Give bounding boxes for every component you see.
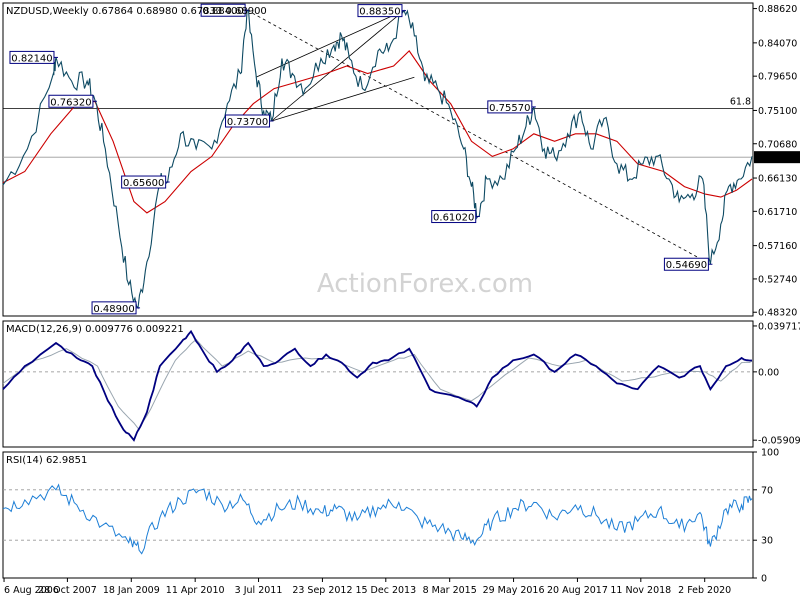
rsi-panel-frame	[2, 451, 754, 579]
macd-y-tick-label: -0.059099	[758, 436, 800, 447]
x-tick-label: 18 Jan 2009	[103, 585, 160, 596]
price-y-tick-label: 0.48320	[758, 308, 797, 319]
price-y-tick-label: 0.75100	[758, 106, 797, 117]
fib-61-8-label: 61.8	[730, 96, 751, 107]
annotation-label: 0.65600	[123, 178, 164, 189]
x-tick-label: 15 Dec 2013	[355, 585, 416, 596]
x-tick-label: 11 Apr 2010	[166, 585, 225, 596]
annotation-label: 0.75570	[489, 103, 530, 114]
price-y-tick-label: 0.79650	[758, 72, 797, 83]
price-y-tick-label: 0.70680	[758, 139, 797, 150]
annotation-label: 0.82140	[11, 53, 52, 64]
rsi-y-tick-label: 70	[761, 485, 773, 496]
x-tick-label: 28 Oct 2007	[38, 585, 97, 596]
annotation-label: 0.54690	[666, 260, 707, 271]
current-price-label: 0.68900	[757, 153, 800, 164]
annotation-label: 0.61020	[433, 213, 474, 224]
chart-canvas: 0.88620 0.84070 0.79650 0.75100 0.70680 0.661…	[2, 2, 800, 596]
price-y-tick-label: 0.61710	[758, 207, 797, 218]
x-tick-label: 2 Feb 2020	[678, 585, 731, 596]
annotation-label: 0.76320	[50, 97, 91, 108]
price-panel-title: NZDUSD,Weekly 0.67864 0.68980 0.67833 0.…	[6, 6, 267, 17]
price-y-tick-label: 0.52740	[758, 274, 797, 285]
macd-y-tick-label: 0.00	[758, 367, 779, 378]
x-tick-label: 20 Aug 2017	[547, 585, 608, 596]
x-tick-label: 11 Nov 2018	[610, 585, 671, 596]
rsi-y-tick-label: 100	[761, 448, 779, 459]
x-tick-label: 8 Mar 2015	[423, 585, 477, 596]
macd-panel-frame	[2, 320, 754, 448]
watermark-text: ActionForex.com	[317, 269, 533, 299]
rsi-y-tick-label: 0	[761, 574, 767, 585]
x-tick-label: 3 Jul 2011	[235, 585, 283, 596]
price-y-tick-label: 0.88620	[758, 4, 797, 15]
price-y-tick-label: 0.84070	[758, 38, 797, 49]
annotation-label: 0.73700	[227, 117, 268, 128]
rsi-panel-title: RSI(14) 62.9851	[6, 455, 87, 466]
macd-y-tick-label: 0.039717	[758, 321, 800, 332]
rsi-y-tick-label: 30	[761, 536, 773, 547]
macd-panel-title: MACD(12,26,9) 0.009776 0.009221	[6, 324, 184, 335]
annotation-label: 0.88350	[359, 7, 400, 18]
x-tick-label: 23 Sep 2012	[292, 585, 352, 596]
x-tick-label: 29 May 2016	[483, 585, 545, 596]
annotation-label: 0.48900	[93, 304, 134, 315]
price-y-tick-label: 0.66130	[758, 174, 797, 185]
price-y-tick-label: 0.57160	[758, 241, 797, 252]
